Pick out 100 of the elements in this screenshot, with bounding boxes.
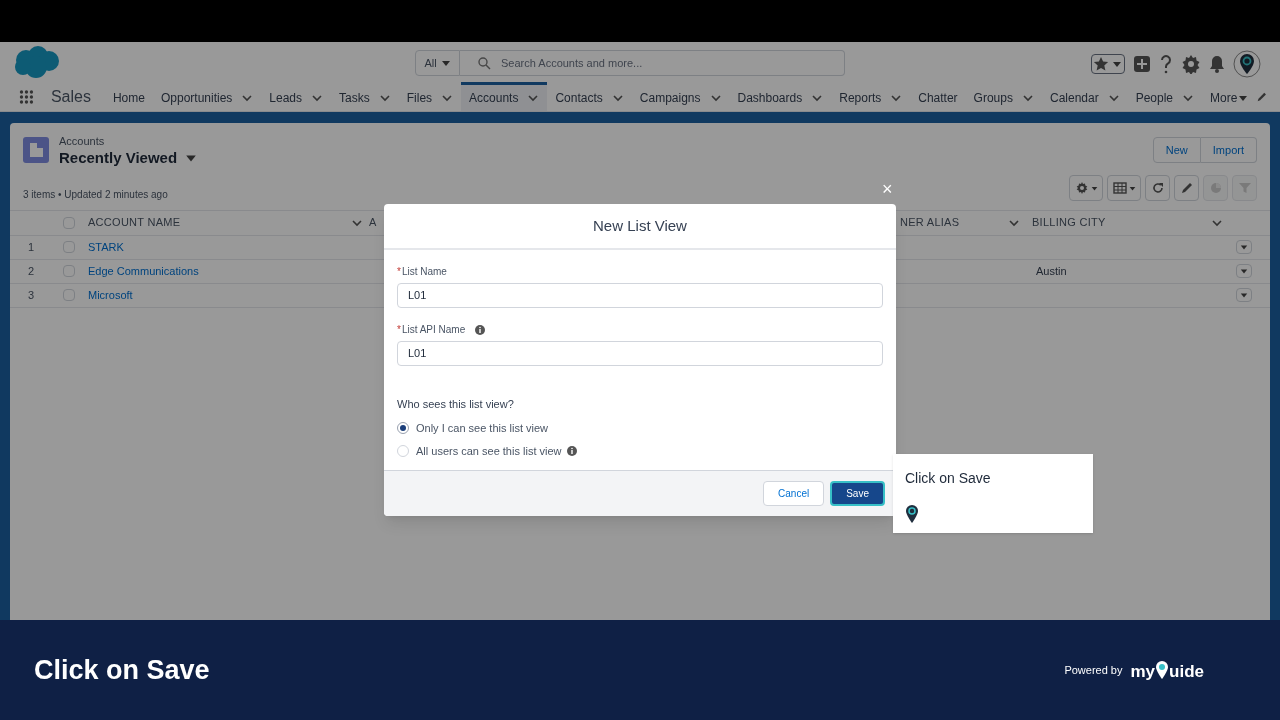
map-pin-icon bbox=[905, 504, 919, 524]
row-checkbox[interactable] bbox=[63, 289, 75, 301]
table-icon bbox=[1112, 181, 1127, 195]
question-label: Who sees this list view? bbox=[397, 397, 515, 412]
required-mark: * bbox=[397, 265, 401, 279]
input-field[interactable]: L01 bbox=[397, 283, 883, 308]
nav-tab[interactable]: People bbox=[1127, 82, 1203, 111]
toolbar-button[interactable] bbox=[1174, 175, 1199, 201]
logo-text: uide bbox=[1169, 663, 1204, 680]
info-icon[interactable] bbox=[566, 446, 577, 457]
chevron-down-icon bbox=[890, 92, 903, 104]
user-avatar-icon[interactable] bbox=[1233, 50, 1261, 78]
caret-icon bbox=[1128, 184, 1136, 192]
account-link[interactable]: STARK bbox=[88, 238, 124, 256]
building-icon bbox=[23, 137, 49, 163]
account-link[interactable]: Microsoft bbox=[88, 286, 133, 304]
nav-tab[interactable]: Groups bbox=[965, 82, 1042, 111]
chevron-down-icon bbox=[527, 92, 540, 104]
caret-icon bbox=[1112, 59, 1122, 69]
list-status: 3 items • Updated 2 minutes ago bbox=[23, 187, 168, 202]
column-header[interactable]: A bbox=[369, 214, 377, 231]
row-actions-button[interactable] bbox=[1236, 288, 1252, 302]
cancel-button[interactable]: Cancel bbox=[763, 481, 825, 506]
column-header[interactable]: BILLING CITY bbox=[1032, 214, 1211, 231]
modal-title: New List View bbox=[384, 204, 896, 250]
nav-tab[interactable]: Tasks bbox=[331, 82, 399, 111]
nav-tab[interactable]: Files bbox=[398, 82, 462, 111]
chevron-down-icon bbox=[811, 92, 824, 104]
column-header[interactable]: ACCOUNT NAME bbox=[88, 214, 351, 231]
radio-option[interactable]: All users can see this list view bbox=[397, 443, 883, 460]
logo-text: my bbox=[1130, 663, 1156, 680]
nav-tab[interactable]: Accounts bbox=[461, 82, 548, 111]
caret-icon bbox=[1238, 93, 1249, 103]
chevron-down-icon bbox=[1021, 92, 1034, 104]
input-field[interactable]: L01 bbox=[397, 341, 883, 366]
info-icon[interactable] bbox=[475, 324, 486, 335]
caret-icon bbox=[1240, 267, 1248, 275]
nav-tab[interactable]: Contacts bbox=[547, 82, 632, 111]
row-actions-button[interactable] bbox=[1236, 240, 1252, 254]
help-icon[interactable] bbox=[1159, 54, 1173, 74]
action-button[interactable]: Import bbox=[1200, 137, 1257, 163]
pencil-icon bbox=[1179, 181, 1194, 195]
banner-title: Click on Save bbox=[34, 653, 210, 687]
required-mark: * bbox=[397, 323, 401, 337]
chevron-down-icon bbox=[311, 92, 324, 104]
nav-tab[interactable]: Opportunities bbox=[152, 82, 262, 111]
row-checkbox[interactable] bbox=[63, 241, 75, 253]
save-button[interactable]: Save bbox=[830, 481, 885, 506]
field-label: List API Name bbox=[401, 323, 466, 337]
refresh-icon bbox=[1150, 181, 1165, 195]
toolbar-button[interactable] bbox=[1107, 175, 1141, 201]
chevron-down-icon bbox=[1107, 92, 1120, 104]
chevron-down-icon bbox=[241, 92, 254, 104]
radio-option[interactable]: Only I can see this list view bbox=[397, 419, 883, 436]
app-name: Sales bbox=[50, 86, 91, 107]
caret-icon bbox=[1240, 243, 1248, 251]
account-link[interactable]: Edge Communications bbox=[88, 262, 199, 280]
nav-tab[interactable]: Campaigns bbox=[631, 82, 730, 111]
search-icon bbox=[477, 56, 491, 70]
list-view-selector[interactable]: Recently Viewed bbox=[59, 147, 198, 170]
map-pin-icon bbox=[1155, 660, 1170, 680]
nav-tab[interactable]: Leads bbox=[261, 82, 332, 111]
nav-tab[interactable]: Reports bbox=[831, 82, 911, 111]
cloud-logo bbox=[12, 45, 60, 79]
caret-icon bbox=[1240, 291, 1248, 299]
settings-icon bbox=[1074, 181, 1089, 195]
row-number: 3 bbox=[27, 287, 36, 303]
chevron-down-icon bbox=[1182, 92, 1195, 104]
row-number: 2 bbox=[27, 263, 36, 279]
search-field[interactable]: Search Accounts and more... bbox=[460, 50, 845, 76]
nav-tab[interactable]: Dashboards bbox=[729, 82, 832, 111]
notification-bell-icon[interactable] bbox=[1209, 55, 1225, 73]
chevron-down-icon bbox=[611, 92, 624, 104]
add-icon[interactable] bbox=[1133, 55, 1151, 73]
select-all-checkbox[interactable] bbox=[63, 216, 75, 229]
nav-tab[interactable]: More bbox=[1202, 82, 1257, 111]
row-actions-button[interactable] bbox=[1236, 264, 1252, 278]
nav-tab[interactable]: Chatter bbox=[910, 82, 966, 111]
powered-by-label: Powered by bbox=[1064, 662, 1123, 678]
tooltip-text: Click on Save bbox=[905, 469, 992, 488]
object-label: Accounts bbox=[59, 135, 106, 147]
star-icon bbox=[1092, 55, 1110, 73]
toolbar-button[interactable] bbox=[1145, 175, 1170, 201]
nav-tab[interactable]: Home bbox=[104, 82, 153, 111]
row-checkbox[interactable] bbox=[63, 265, 75, 277]
close-button[interactable]: × bbox=[882, 180, 893, 198]
chevron-down-icon bbox=[709, 92, 722, 104]
table-cell-text: Austin bbox=[1036, 263, 1068, 279]
row-number: 1 bbox=[27, 239, 36, 255]
app-launcher-icon[interactable] bbox=[19, 87, 34, 106]
action-button[interactable]: New bbox=[1152, 137, 1201, 163]
nav-tab[interactable]: Calendar bbox=[1041, 82, 1128, 111]
field-label: List Name bbox=[401, 265, 447, 279]
toolbar-button[interactable] bbox=[1069, 175, 1103, 201]
settings-icon[interactable] bbox=[1181, 54, 1201, 74]
caret-icon bbox=[1090, 184, 1098, 192]
chevron-down-icon bbox=[441, 92, 454, 104]
favorites-button[interactable] bbox=[1091, 54, 1125, 74]
chevron-down-icon bbox=[378, 92, 391, 104]
column-header[interactable]: NER ALIAS bbox=[900, 214, 1008, 231]
